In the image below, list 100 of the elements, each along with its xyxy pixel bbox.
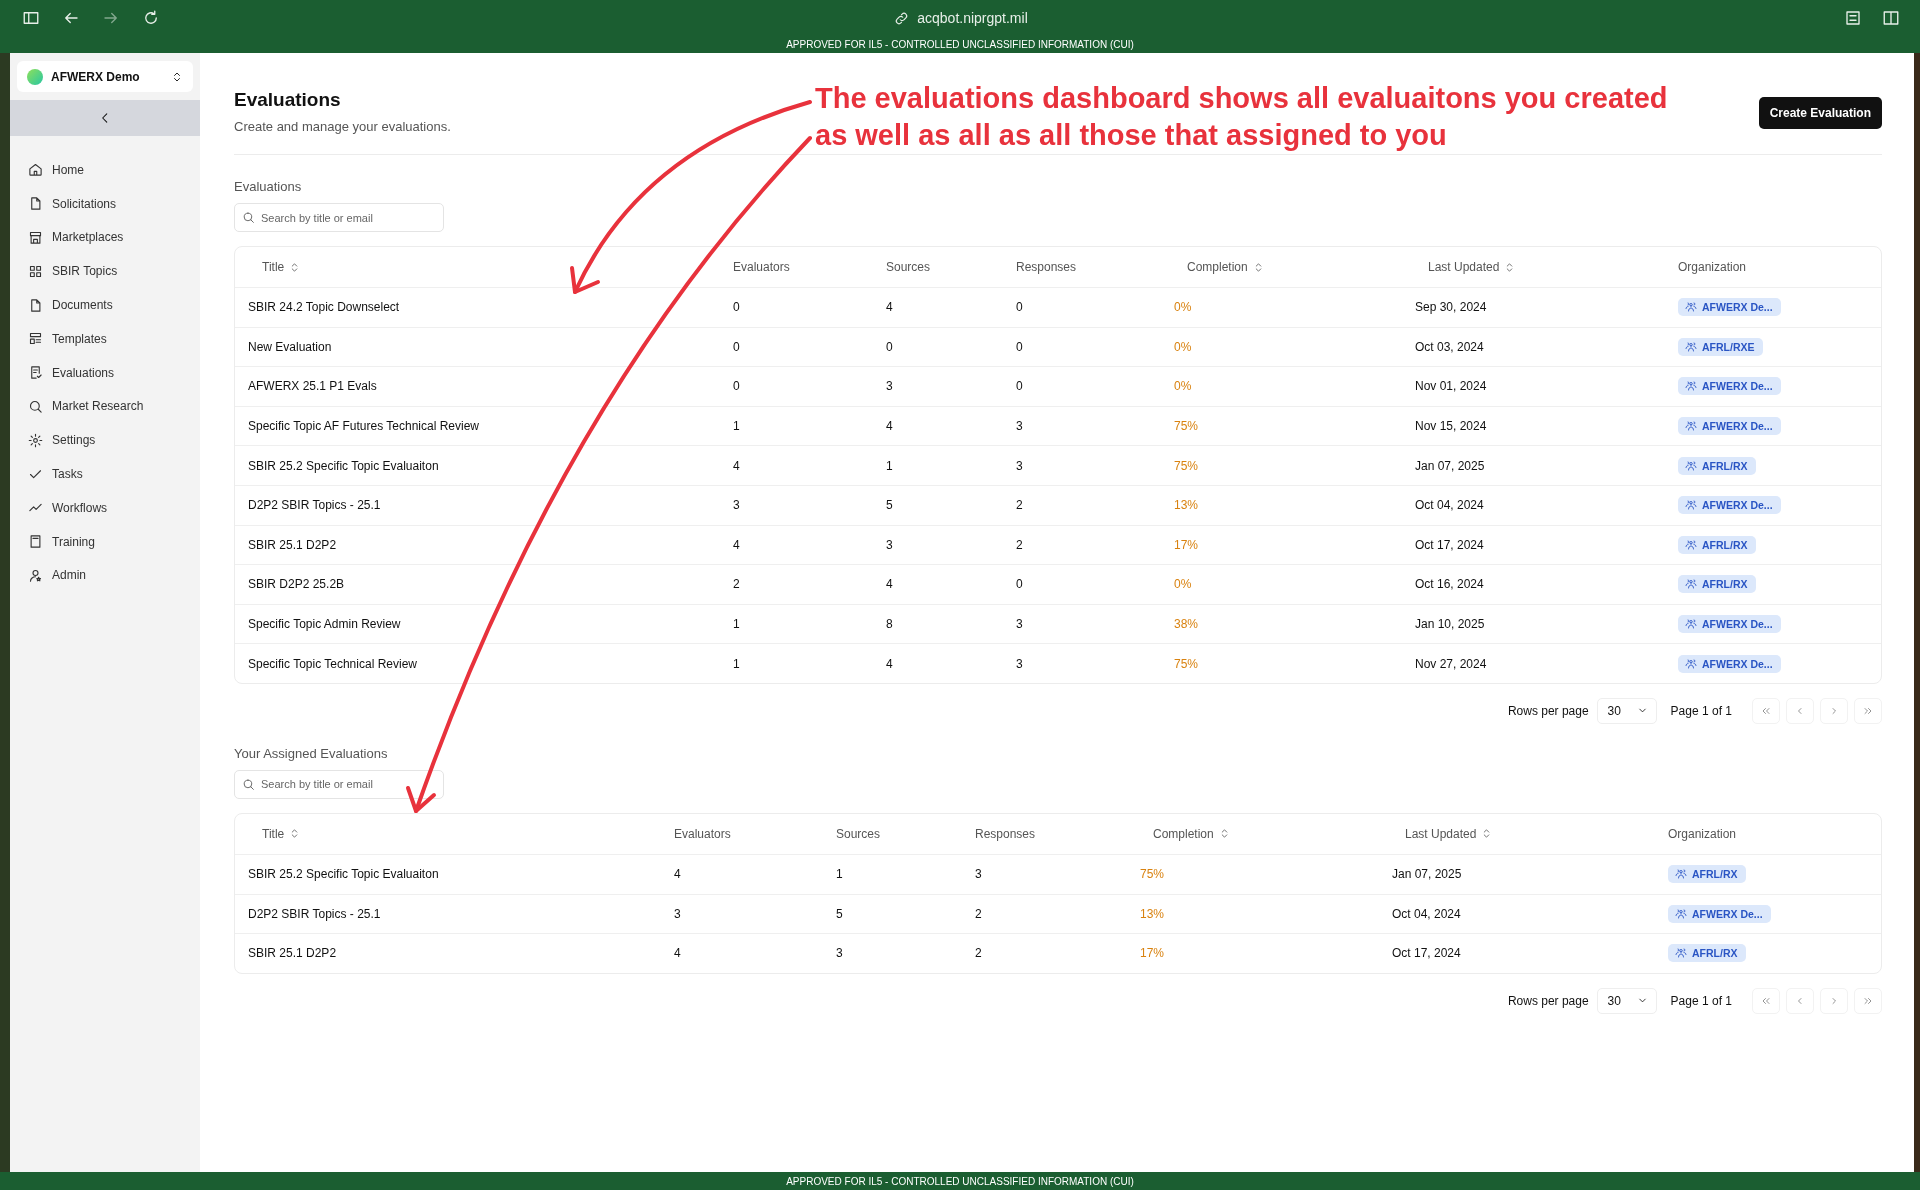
table-cell: 0 [1016,300,1023,315]
people-icon [1685,301,1697,314]
table-cell: 4 [886,656,893,671]
table-cell: SBIR 25.2 Specific Topic Evaluaiton [248,458,439,473]
previous-page-button[interactable] [1786,697,1814,724]
table-cell: 3 [1016,419,1023,434]
table-cell: 5 [836,906,843,921]
sortable-column-header[interactable]: Title [262,260,301,274]
table-cell: 0 [733,300,740,315]
sidebar-item[interactable]: Templates [10,322,200,356]
sortable-column-header[interactable]: Title [262,826,301,841]
first-page-button[interactable] [1752,987,1780,1014]
table-cell: Nov 01, 2024 [1415,379,1487,394]
sidebar-item[interactable]: Settings [10,423,200,458]
table-cell: Jan 07, 2025 [1392,867,1462,882]
table-cell: SBIR 25.2 Specific Topic Evaluaiton [248,867,439,882]
document-icon [28,196,43,212]
rows-per-page-select[interactable]: 30 [1596,987,1657,1014]
table-cell: Oct 17, 2024 [1392,946,1461,961]
table-cell: 17% [1140,946,1165,961]
table-cell: 8 [886,617,893,632]
table-cell: 13% [1140,906,1165,921]
last-page-button[interactable] [1854,987,1882,1014]
organization-tag: AFWERX De... [1668,904,1771,923]
sortable-column-header[interactable]: Last Updated [1415,260,1516,274]
table-cell: 1 [733,419,740,434]
people-icon [1685,459,1697,472]
organization-tag: AFRL/RX [1668,944,1746,963]
organization-switcher[interactable]: AFWERX Demo [17,61,193,92]
people-icon [1685,578,1697,591]
sidebar-item[interactable]: Solicitations [10,186,200,221]
table-cell: Specific Topic Technical Review [248,656,417,671]
table-cell: 0% [1174,379,1192,394]
organization-tag: AFRL/RX [1678,575,1756,594]
sortable-column-header[interactable]: Completion [1174,260,1264,274]
rows-per-page-label: Rows per page [1507,993,1589,1008]
table-cell: 0% [1174,339,1192,354]
table-cell: 0 [733,339,740,354]
extension-icon[interactable] [1844,9,1862,27]
organization-tag: AFWERX De... [1678,417,1781,436]
url-text[interactable]: acqbot.niprgpt.mil [917,10,1028,26]
storefront-icon [28,230,43,245]
table-cell: Oct 04, 2024 [1392,906,1461,921]
sidebar-item[interactable]: Market Research [10,389,200,424]
table-cell: 4 [733,537,740,552]
people-icon [1685,499,1697,512]
search-icon [28,398,43,414]
first-page-button[interactable] [1752,697,1780,724]
sortable-column-header[interactable]: Completion [1140,826,1230,841]
table-cell: 1 [733,617,740,632]
organization-tag: AFWERX De... [1678,377,1781,396]
people-icon [1685,618,1697,631]
last-page-button[interactable] [1854,697,1882,724]
table-cell: 17% [1174,537,1199,552]
sortable-column-header[interactable]: Last Updated [1392,826,1493,841]
table-cell: AFWERX 25.1 P1 Evals [248,379,377,394]
section-heading: Evaluations [234,179,303,194]
organization-tag: AFWERX De... [1678,496,1781,515]
rows-per-page-label: Rows per page [1507,703,1589,718]
annotation-text: The evaluations dashboard shows all evaluaitons you created as well as all as all those that assigned to you [815,81,1669,153]
sidebar-item[interactable]: Training [10,524,200,559]
sidebar-toggle-icon[interactable] [22,9,40,27]
table-cell: Oct 03, 2024 [1415,339,1484,354]
reload-icon[interactable] [142,9,160,27]
previous-page-button[interactable] [1786,987,1814,1014]
next-page-button[interactable] [1820,987,1848,1014]
search-icon [242,777,255,791]
sidebar-item[interactable]: Evaluations [10,355,200,390]
table-cell: D2P2 SBIR Topics - 25.1 [248,498,381,513]
next-page-button[interactable] [1820,697,1848,724]
people-icon [1685,420,1697,433]
sidebar-item[interactable]: Home [10,153,200,187]
organization-tag: AFWERX De... [1678,654,1781,673]
sidebar-item[interactable]: Documents [10,288,200,322]
collapse-sidebar-button[interactable] [10,100,200,136]
sidebar-item[interactable]: Tasks [10,457,200,491]
table-cell: 3 [733,498,740,513]
create-evaluation-button[interactable]: Create Evaluation [1758,97,1882,129]
sidebar-item[interactable]: Workflows [10,490,200,525]
table-cell: SBIR 24.2 Topic Downselect [248,300,400,315]
search-field[interactable]: Search by title or email [234,769,444,799]
search-field[interactable]: Search by title or email [234,203,444,232]
column-header: Sources [886,260,931,274]
sidebar-item[interactable]: SBIR Topics [10,254,200,289]
rows-per-page-select[interactable]: 30 [1596,697,1657,724]
people-icon [1685,380,1697,393]
table-cell: SBIR 25.1 D2P2 [248,537,337,552]
organization-tag: AFRL/RX [1678,456,1756,475]
page-title: Evaluations [234,89,342,111]
document-icon [28,297,43,313]
table-cell: New Evaluation [248,339,332,354]
split-view-icon[interactable] [1882,9,1900,27]
sidebar-item[interactable]: Admin [10,558,200,593]
sidebar-item[interactable]: Marketplaces [10,220,200,255]
user-icon [28,567,43,583]
table-cell: Nov 27, 2024 [1415,656,1487,671]
table-cell: SBIR 25.1 D2P2 [248,946,337,961]
table-cell: 1 [836,867,843,882]
classification-banner: APPROVED FOR IL5 - CONTROLLED UNCLASSIFIED INFORMATION (CUI) [0,1172,1920,1190]
table-cell: Sep 30, 2024 [1415,300,1487,315]
